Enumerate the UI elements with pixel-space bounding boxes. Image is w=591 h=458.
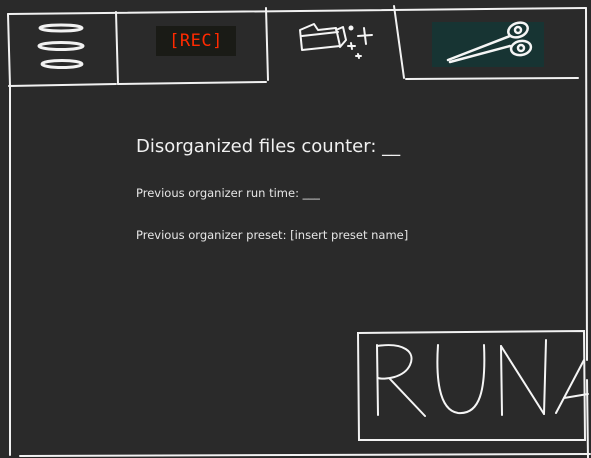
run-button-label: RUN	[358, 331, 359, 332]
preset-label: Previous organizer preset:	[136, 228, 287, 242]
disorganized-files-counter: Disorganized files counter: __	[136, 136, 400, 157]
previous-run-time: Previous organizer run time: ___	[136, 186, 320, 200]
counter-value: __	[382, 136, 401, 157]
preset-value: [insert preset name]	[290, 228, 409, 242]
previous-preset: Previous organizer preset: [insert prese…	[136, 228, 408, 242]
record-icon: [REC]	[156, 26, 236, 56]
run-button[interactable]: RUN	[358, 331, 586, 441]
organize-tab[interactable]	[268, 6, 402, 78]
menu-tab[interactable]	[10, 6, 114, 86]
counter-label: Disorganized files counter:	[136, 136, 377, 157]
run-time-label: Previous organizer run time:	[136, 186, 299, 200]
cut-tab[interactable]	[404, 8, 578, 80]
run-time-value: ___	[302, 186, 320, 200]
